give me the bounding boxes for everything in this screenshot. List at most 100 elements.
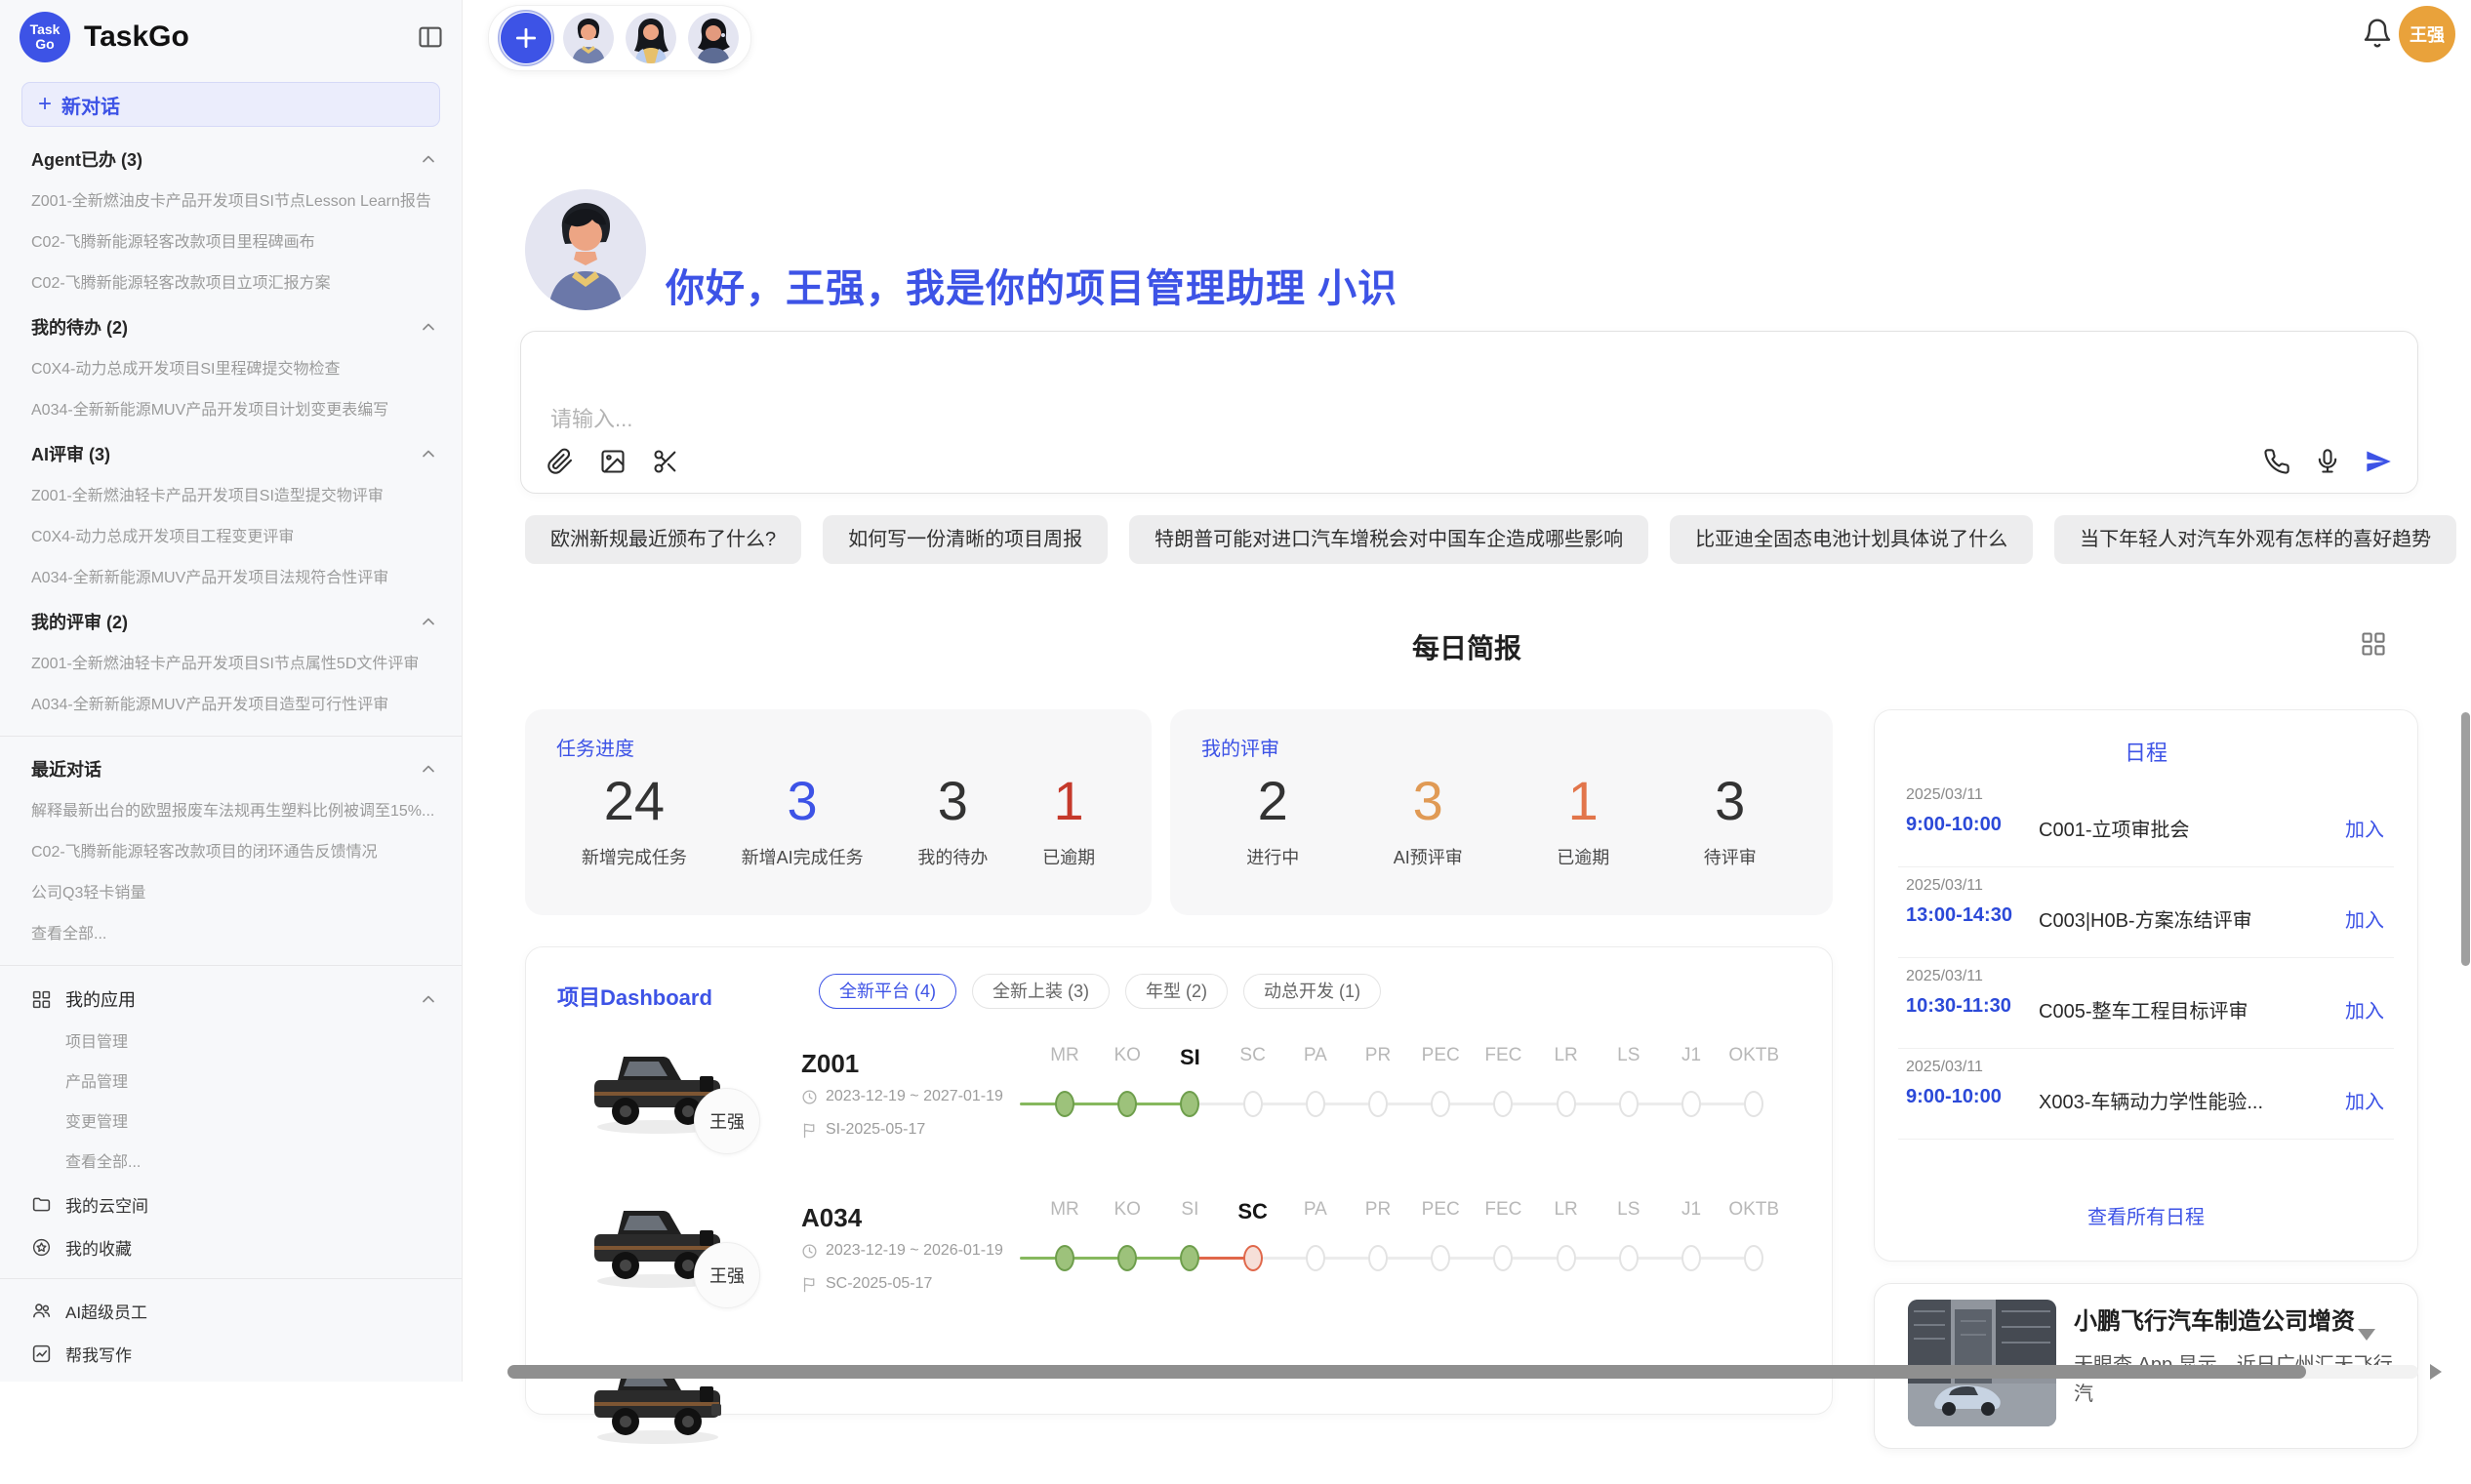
add-conversation-button[interactable]: [501, 13, 551, 63]
milestone-dot: [1306, 1245, 1325, 1271]
app-title: TaskGo: [84, 20, 417, 54]
horizontal-scrollbar-thumb[interactable]: [507, 1365, 2306, 1379]
my-apps-header[interactable]: 我的应用: [0, 976, 462, 1023]
sidebar-header: Task Go TaskGo: [0, 0, 462, 68]
join-button[interactable]: 加入: [2345, 814, 2384, 842]
milestone-dot: [1117, 1091, 1137, 1117]
sidebar-task-item[interactable]: Z001-全新燃油轻卡产品开发项目SI节点属性5D文件评审: [0, 644, 462, 685]
new-chat-button[interactable]: + 新对话: [21, 82, 440, 127]
scroll-right-arrow[interactable]: [2430, 1364, 2442, 1380]
item-label: 帮我写作: [65, 1342, 132, 1366]
join-button[interactable]: 加入: [2345, 995, 2384, 1023]
suggestion-chip[interactable]: 特朗普可能对进口汽车增税会对中国车企造成哪些影响: [1129, 515, 1648, 564]
dashboard-tab[interactable]: 全新上装 (3): [972, 974, 1110, 1009]
stat: 3新增AI完成任务: [742, 770, 864, 869]
suggestion-chip[interactable]: 欧洲新规最近颁布了什么?: [525, 515, 801, 564]
stat-value: 3: [938, 770, 968, 832]
suggestion-chip[interactable]: 当下年轻人对汽车外观有怎样的喜好趋势: [2054, 515, 2456, 564]
schedule-item[interactable]: 2025/03/119:00-10:00C001-立项审批会加入: [1875, 786, 2419, 876]
briefing-layout-grid-icon[interactable]: [2360, 630, 2387, 658]
divider: [1898, 957, 2394, 958]
project-row[interactable]: 王强Z0012023-12-19 ~ 2027-01-19SI-2025-05-…: [526, 1037, 1834, 1174]
recent-conversation-item[interactable]: 公司Q3轻卡销量: [0, 873, 462, 914]
conversation-avatar[interactable]: [563, 13, 614, 63]
view-all-schedule-link[interactable]: 查看所有日程: [1875, 1201, 2417, 1229]
app-logo-text-top: Task: [30, 22, 61, 37]
microphone-icon[interactable]: [2314, 448, 2341, 475]
sidebar-apps: 我的应用项目管理产品管理变更管理查看全部...: [0, 976, 462, 1183]
suggestion-chip[interactable]: 比亚迪全固态电池计划具体说了什么: [1670, 515, 2033, 564]
recent-conversation-item[interactable]: 查看全部...: [0, 914, 462, 955]
section-label: 最近对话: [31, 756, 419, 782]
user-avatar[interactable]: 王强: [2399, 6, 2455, 62]
sidebar-tool[interactable]: 帮我写作: [0, 1332, 462, 1375]
send-icon[interactable]: [2365, 448, 2392, 475]
sidebar-task-item[interactable]: C0X4-动力总成开发项目工程变更评审: [0, 517, 462, 558]
project-owner-badge: 王强: [694, 1242, 760, 1308]
sidebar-link[interactable]: 我的收藏: [0, 1225, 462, 1268]
chevron-up-icon: [419, 444, 438, 463]
phone-call-icon[interactable]: [2263, 448, 2290, 475]
sidebar-link[interactable]: 我的云空间: [0, 1183, 462, 1225]
join-button[interactable]: 加入: [2345, 1086, 2384, 1114]
project-row[interactable]: 王强A0342023-12-19 ~ 2026-01-19SC-2025-05-…: [526, 1191, 1834, 1328]
sidebar-task-item[interactable]: C02-飞腾新能源轻客改款项目立项汇报方案: [0, 263, 462, 304]
image-upload-icon[interactable]: [599, 448, 627, 475]
milestone-dot: [1055, 1245, 1074, 1271]
project-vehicle-image: [585, 1347, 731, 1449]
input-placeholder: 请输入...: [550, 402, 632, 433]
dashboard-tab[interactable]: 全新平台 (4): [819, 974, 956, 1009]
sidebar-task-item[interactable]: Z001-全新燃油皮卡产品开发项目SI节点Lesson Learn报告: [0, 181, 462, 222]
conversation-avatar[interactable]: [688, 13, 739, 63]
schedule-item[interactable]: 2025/03/119:00-10:00X003-车辆动力学性能验...加入: [1875, 1059, 2419, 1148]
sidebar-section-header[interactable]: AI评审 (3): [0, 431, 462, 476]
news-snippet: 天眼查 App 显示，近日广州汇天飞行汽: [2074, 1350, 2402, 1409]
attachment-icon[interactable]: [547, 448, 574, 475]
app-item[interactable]: 项目管理: [0, 1023, 462, 1063]
item-label: 我的云空间: [65, 1192, 148, 1217]
app-item[interactable]: 查看全部...: [0, 1143, 462, 1183]
recent-conversation-item[interactable]: 解释最新出台的欧盟报废车法规再生塑料比例被调至15%...: [0, 791, 462, 832]
sidebar-task-item[interactable]: C02-飞腾新能源轻客改款项目里程碑画布: [0, 222, 462, 263]
screenshot-scissors-icon[interactable]: [652, 448, 679, 475]
sidebar-tool[interactable]: 创意制图: [0, 1375, 462, 1382]
scroll-down-arrow[interactable]: [2358, 1329, 2375, 1341]
sidebar-tool[interactable]: AI超级员工: [0, 1289, 462, 1332]
sidebar-task-item[interactable]: A034-全新新能源MUV产品开发项目造型可行性评审: [0, 685, 462, 726]
divider: [1898, 1048, 2394, 1049]
chat-input-box[interactable]: 请输入...: [520, 331, 2418, 494]
dashboard-tab[interactable]: 动总开发 (1): [1243, 974, 1381, 1009]
dashboard-tab[interactable]: 年型 (2): [1125, 974, 1228, 1009]
sidebar-task-item[interactable]: Z001-全新燃油轻卡产品开发项目SI造型提交物评审: [0, 476, 462, 517]
sidebar-task-item[interactable]: A034-全新新能源MUV产品开发项目法规符合性评审: [0, 558, 462, 599]
badge-icon: [31, 1237, 52, 1258]
milestone-dot: [1493, 1091, 1513, 1117]
schedule-item[interactable]: 2025/03/1113:00-14:30C003|H0B-方案冻结评审加入: [1875, 877, 2419, 967]
conversation-avatar[interactable]: [626, 13, 676, 63]
stat-card-title: 我的评审: [1201, 733, 1279, 761]
dashboard-tabs: 全新平台 (4) 全新上装 (3) 年型 (2) 动总开发 (1): [819, 974, 1381, 1009]
stat-value: 2: [1258, 770, 1288, 832]
stat-value: 1: [1568, 770, 1599, 832]
sidebar-section-header[interactable]: Agent已办 (3): [0, 137, 462, 181]
sidebar-task-item[interactable]: A034-全新新能源MUV产品开发项目计划变更表编写: [0, 390, 462, 431]
news-title: 小鹏飞行汽车制造公司增资: [2074, 1302, 2396, 1336]
conversation-avatars-bar: [488, 5, 751, 71]
sidebar-section-header[interactable]: 我的待办 (2): [0, 304, 462, 349]
recent-conversations-header[interactable]: 最近对话: [0, 746, 462, 791]
milestone-dot: [1368, 1091, 1388, 1117]
clock-icon: [801, 1089, 818, 1105]
notification-bell-icon[interactable]: [2362, 18, 2393, 49]
schedule-item[interactable]: 2025/03/1110:30-11:30C005-整车工程目标评审加入: [1875, 968, 2419, 1058]
sidebar-section-header[interactable]: 我的评审 (2): [0, 599, 462, 644]
app-item[interactable]: 产品管理: [0, 1063, 462, 1103]
app-item[interactable]: 变更管理: [0, 1103, 462, 1143]
join-button[interactable]: 加入: [2345, 904, 2384, 933]
sidebar-task-item[interactable]: C0X4-动力总成开发项目SI里程碑提交物检查: [0, 349, 462, 390]
recent-conversation-item[interactable]: C02-飞腾新能源轻客改款项目的闭环通告反馈情况: [0, 832, 462, 873]
grid-icon: [31, 989, 52, 1010]
suggestion-chip[interactable]: 如何写一份清晰的项目周报: [823, 515, 1108, 564]
vertical-scrollbar-thumb[interactable]: [2461, 712, 2470, 966]
milestone-track: MRKOSISCPAPRPECFECLRLSJ1OKTB: [1022, 1037, 1803, 1164]
sidebar-collapse-icon[interactable]: [417, 23, 444, 51]
